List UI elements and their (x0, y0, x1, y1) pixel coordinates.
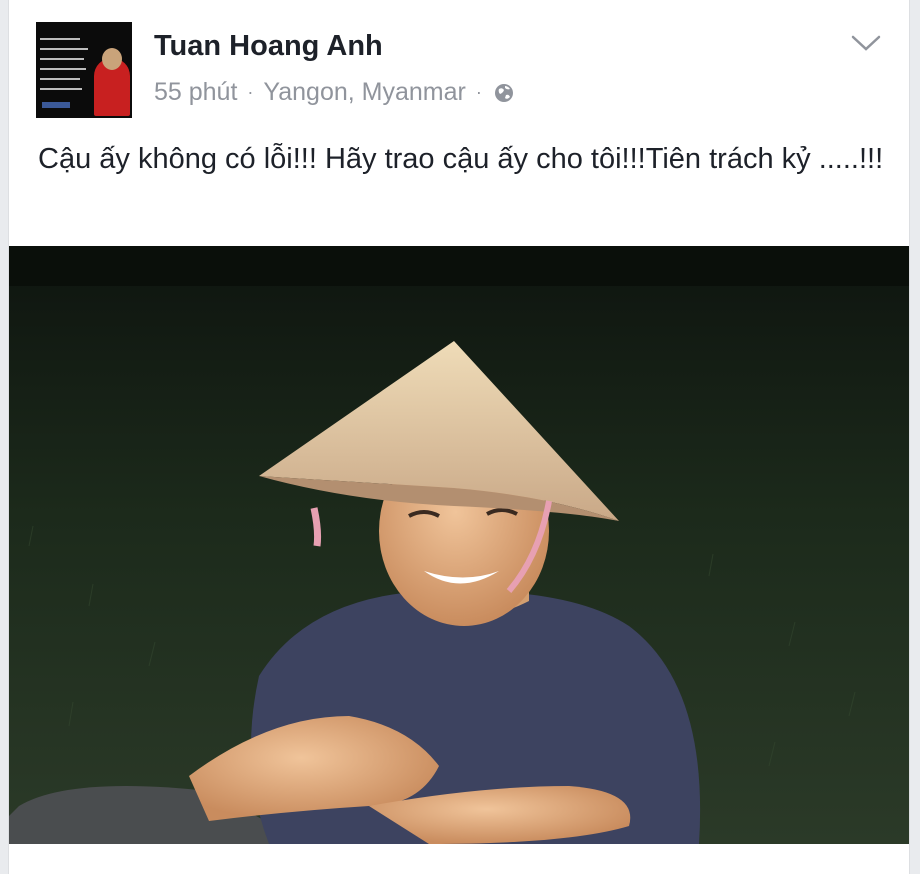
post-card: Tuan Hoang Anh 55 phút · Yangon, Myanmar… (8, 0, 910, 874)
meta-separator: · (475, 82, 482, 102)
post-meta: 55 phút · Yangon, Myanmar · (154, 78, 514, 107)
globe-icon[interactable] (494, 83, 514, 103)
post-caption: Cậu ấy không có lỗi!!! Hãy trao cậu ấy c… (38, 143, 884, 175)
post-header: Tuan Hoang Anh 55 phút · Yangon, Myanmar… (9, 0, 909, 125)
post-time[interactable]: 55 phút (154, 78, 237, 107)
author-name[interactable]: Tuan Hoang Anh (154, 30, 383, 63)
chevron-down-icon[interactable] (849, 32, 883, 54)
meta-separator: · (247, 82, 254, 102)
post-photo[interactable] (9, 246, 909, 844)
avatar[interactable] (36, 22, 132, 118)
photo-illustration (9, 246, 909, 844)
post-footer (9, 844, 909, 874)
post-location[interactable]: Yangon, Myanmar (263, 78, 465, 107)
